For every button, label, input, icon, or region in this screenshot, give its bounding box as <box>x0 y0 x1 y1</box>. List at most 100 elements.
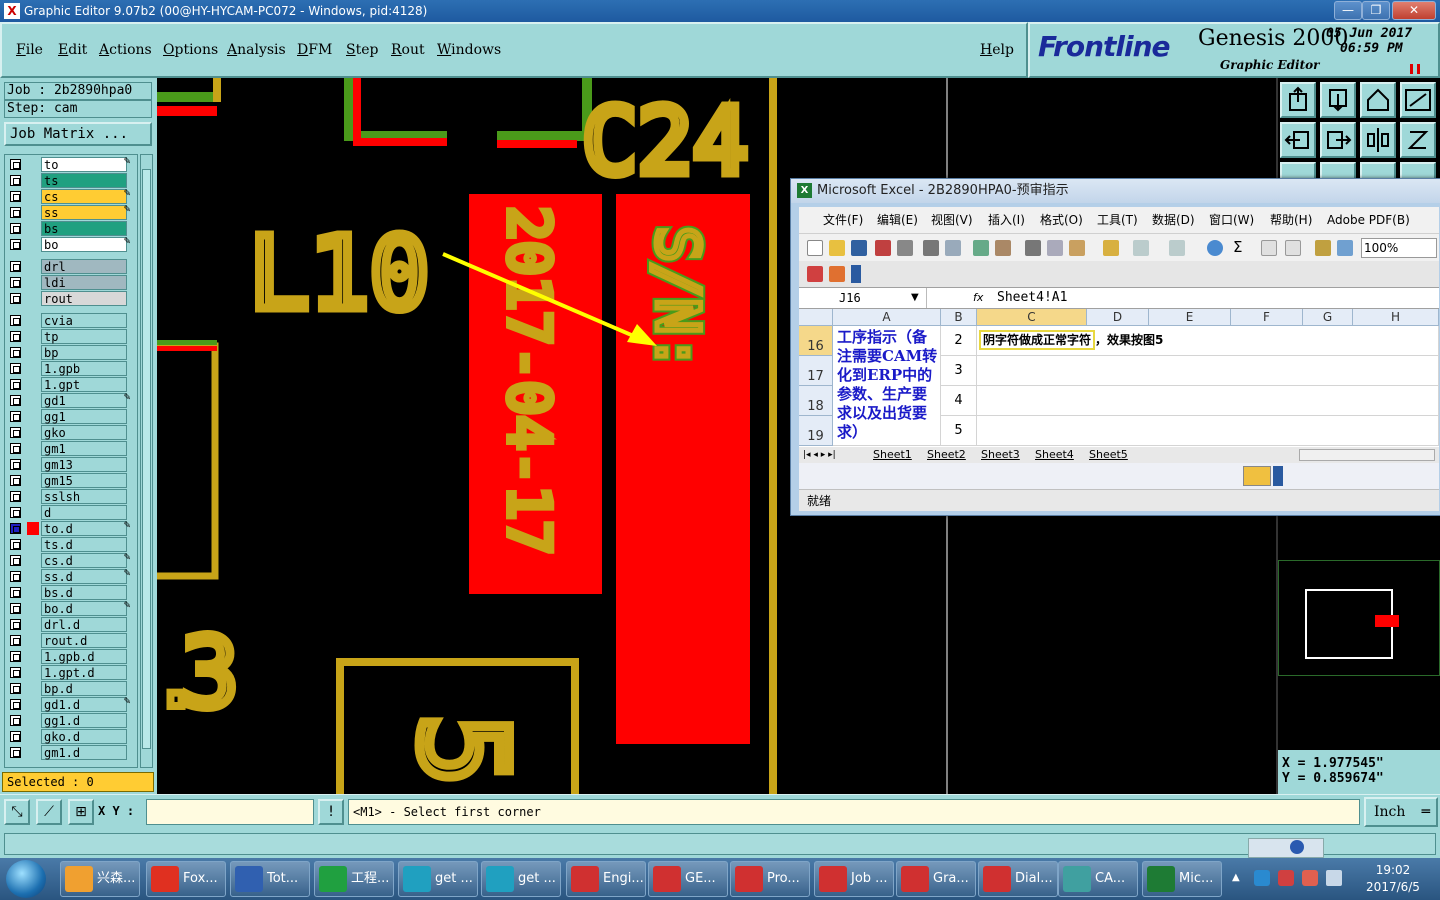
taskbar-item[interactable]: Mic... <box>1142 861 1222 897</box>
layer-row[interactable]: sslsh <box>5 489 137 505</box>
layer-row[interactable]: gg1 <box>5 409 137 425</box>
column-header-c[interactable]: C <box>977 309 1087 326</box>
layer-name[interactable]: bo <box>41 237 127 252</box>
layer-row[interactable]: gm13 <box>5 457 137 473</box>
layer-name[interactable]: cs.d <box>41 553 127 568</box>
cell-a16-merged[interactable]: 工序指示（备注需要CAM转化到ERP中的参数、生产要求以及出货要求） <box>833 326 941 446</box>
layer-row[interactable]: 1.gpt <box>5 377 137 393</box>
layer-name[interactable]: bs.d <box>41 585 127 600</box>
excel-menu-help[interactable]: 帮助(H) <box>1270 207 1312 233</box>
pan-left-button[interactable] <box>1280 122 1316 158</box>
tray-app-icon-3[interactable] <box>1302 870 1318 886</box>
layer-checkbox[interactable] <box>10 475 21 486</box>
taskbar-item[interactable]: Pro... <box>730 861 810 897</box>
layer-name[interactable]: drl <box>41 259 127 274</box>
spelling-icon[interactable] <box>973 240 989 256</box>
sort-desc-icon[interactable] <box>1285 240 1301 256</box>
excel-menu-format[interactable]: 格式(O) <box>1040 207 1083 233</box>
cut-icon[interactable] <box>1025 240 1041 256</box>
scrollbar-thumb[interactable] <box>142 169 151 749</box>
taskbar-item[interactable]: get ... <box>398 861 478 897</box>
layer-checkbox[interactable] <box>10 347 21 358</box>
layer-checkbox[interactable] <box>10 277 21 288</box>
zoom-window-button[interactable] <box>1400 82 1436 118</box>
save-icon[interactable] <box>851 240 867 256</box>
excel-menu-file[interactable]: 文件(F) <box>823 207 863 233</box>
layer-row[interactable]: gm15 <box>5 473 137 489</box>
help-icon[interactable] <box>1290 840 1304 854</box>
open-icon[interactable] <box>829 240 845 256</box>
layer-scrollbar[interactable] <box>140 154 153 768</box>
column-header-b[interactable]: B <box>941 309 977 326</box>
excel-menu-tools[interactable]: 工具(T) <box>1097 207 1138 233</box>
layer-row[interactable]: gd1 ✎ <box>5 393 137 409</box>
layer-checkbox[interactable] <box>10 523 21 534</box>
tray-app-icon-2[interactable] <box>1278 870 1294 886</box>
menu-file[interactable]: File <box>16 42 43 58</box>
layer-row[interactable]: bs.d <box>5 585 137 601</box>
layer-name[interactable]: bs <box>41 221 127 236</box>
layer-checkbox[interactable] <box>10 603 21 614</box>
toolbar-options-icon[interactable] <box>851 265 861 283</box>
layer-checkbox[interactable] <box>10 395 21 406</box>
layer-name[interactable]: ts.d <box>41 537 127 552</box>
layer-checkbox[interactable] <box>10 175 21 186</box>
chart-wizard-icon[interactable] <box>1315 240 1331 256</box>
start-button[interactable] <box>6 860 46 898</box>
layer-checkbox[interactable] <box>10 715 21 726</box>
layer-row[interactable]: rout.d <box>5 633 137 649</box>
layer-name[interactable]: gg1.d <box>41 713 127 728</box>
menu-windows[interactable]: Windows <box>437 42 501 58</box>
layer-name[interactable]: ss.d <box>41 569 127 584</box>
layer-checkbox[interactable] <box>10 619 21 630</box>
layer-name[interactable]: gg1 <box>41 409 127 424</box>
minimize-button[interactable]: — <box>1334 1 1362 20</box>
system-clock[interactable]: 19:02 2017/6/5 <box>1350 862 1436 896</box>
layer-row[interactable]: cs ✎ <box>5 189 137 205</box>
layer-row[interactable]: ts <box>5 173 137 189</box>
rotate-button[interactable] <box>1400 122 1436 158</box>
cell-c19[interactable] <box>977 416 1439 446</box>
layer-checkbox[interactable] <box>10 261 21 272</box>
layer-name[interactable]: sslsh <box>41 489 127 504</box>
layer-checkbox[interactable] <box>10 587 21 598</box>
zoom-down-button[interactable] <box>1320 82 1356 118</box>
layer-row[interactable]: tp <box>5 329 137 345</box>
layer-name[interactable]: gm1 <box>41 441 127 456</box>
layer-row[interactable]: bp <box>5 345 137 361</box>
layer-row[interactable]: d <box>5 505 137 521</box>
layer-checkbox[interactable] <box>10 223 21 234</box>
excel-menu-window[interactable]: 窗口(W) <box>1209 207 1254 233</box>
zoom-box[interactable]: 100% <box>1361 238 1437 258</box>
excel-menu-view[interactable]: 视图(V) <box>931 207 973 233</box>
excel-title-bar[interactable]: X Microsoft Excel - 2B2890HPA0-预审指示 <box>791 179 1440 203</box>
layer-name[interactable]: gm15 <box>41 473 127 488</box>
layer-name[interactable]: to.d <box>41 521 127 536</box>
print-preview-icon[interactable] <box>923 240 939 256</box>
taskbar-item[interactable]: Tot... <box>230 861 310 897</box>
layer-checkbox[interactable] <box>10 747 21 758</box>
layer-row[interactable]: cs.d ✎ <box>5 553 137 569</box>
excel-window[interactable]: X Microsoft Excel - 2B2890HPA0-预审指示 文件(F… <box>790 178 1440 516</box>
cell-c16[interactable]: 阴字符做成正常字符 ，效果按图5 <box>977 326 1439 356</box>
layer-name[interactable]: gko.d <box>41 729 127 744</box>
tray-app-icon-1[interactable] <box>1254 870 1270 886</box>
layer-checkbox[interactable] <box>10 491 21 502</box>
layer-name[interactable]: gd1 <box>41 393 127 408</box>
excel-menu-insert[interactable]: 插入(I) <box>988 207 1025 233</box>
zoom-fit-button[interactable] <box>1360 82 1396 118</box>
row-header-17[interactable]: 17 <box>799 356 833 386</box>
layer-checkbox[interactable] <box>10 331 21 342</box>
layer-checkbox[interactable] <box>10 363 21 374</box>
select-all-corner[interactable] <box>799 309 833 326</box>
layer-row[interactable]: rout <box>5 291 137 307</box>
sort-asc-icon[interactable] <box>1261 240 1277 256</box>
xy-input[interactable] <box>146 799 314 825</box>
redo-icon[interactable] <box>1169 240 1185 256</box>
layer-row[interactable]: gm1.d <box>5 745 137 761</box>
resize-tool-button[interactable]: ⤡ <box>4 799 30 825</box>
menu-edit[interactable]: Edit <box>58 42 87 58</box>
unit-selector[interactable]: Inch ═ <box>1364 797 1438 827</box>
format-painter-icon[interactable] <box>1103 240 1119 256</box>
tab-sheet2[interactable]: Sheet2 <box>927 447 966 463</box>
